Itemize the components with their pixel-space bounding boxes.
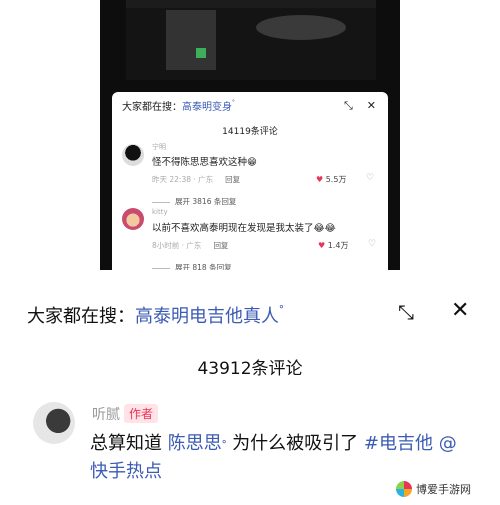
header-icons: ⤡ ✕ (330, 99, 376, 113)
heart-icon: ♥ (316, 175, 324, 184)
commenter-name-text: 听腻 (92, 407, 120, 423)
search-suggestion[interactable]: 大家都在搜：高泰明电吉他真人ᐤ (27, 302, 284, 328)
comment-panel-small: 大家都在搜：高泰明变身ᐤ ⤡ ✕ 14119条评论 宁明 怪不得陈思思喜欢这种😁 … (112, 92, 388, 278)
comment-panel-large: 大家都在搜：高泰明电吉他真人ᐤ ⤡ ✕ 43912条评论 听腻 作者 总算知道 陈… (0, 270, 500, 505)
like-button[interactable]: ♥ 5.5万 (316, 174, 346, 185)
reply-button[interactable]: 回复 (225, 175, 240, 184)
search-term-link[interactable]: 高泰明电吉他真人 (135, 306, 279, 327)
search-suggestion[interactable]: 大家都在搜：高泰明变身ᐤ (122, 98, 235, 113)
hashtag-link[interactable]: #电吉他 (364, 433, 433, 454)
avatar[interactable] (33, 402, 75, 444)
comment-count: 43912条评论 (197, 359, 303, 379)
heart-icon: ♥ (318, 241, 326, 250)
comment-count: 14119条评论 (222, 127, 278, 137)
search-prefix: 大家都在搜： (122, 102, 182, 113)
search-glyph-icon: ᐤ (279, 302, 284, 316)
video-frame-image (126, 0, 376, 80)
dislike-icon[interactable]: ♡ (368, 239, 376, 249)
watermark-text: 博爱手游网 (416, 483, 471, 496)
mention-link[interactable]: 陈思思 (168, 433, 222, 454)
comment-text: 以前不喜欢高泰明现在发现是我太装了😂😂 (152, 223, 336, 234)
author-badge: 作者 (124, 404, 159, 423)
close-icon[interactable]: ✕ (367, 99, 376, 112)
expand-icon[interactable]: ⤡ (398, 300, 414, 324)
site-logo-icon (396, 481, 412, 497)
expand-icon[interactable]: ⤡ (344, 99, 353, 112)
like-button[interactable]: ♥ 1.4万 (318, 240, 348, 251)
comment-meta: 昨天 22:38 · 广东 回复 (152, 175, 241, 184)
comment-meta: 8小时前 · 广东 回复 (152, 241, 229, 250)
comment-text: 怪不得陈思思喜欢这种😁 (152, 157, 257, 168)
commenter-name[interactable]: kitty (152, 208, 168, 216)
search-prefix: 大家都在搜： (27, 306, 135, 327)
avatar[interactable] (122, 208, 144, 230)
expand-replies[interactable]: 展开 3816 条回复 (152, 196, 236, 207)
dislike-icon[interactable]: ♡ (366, 173, 374, 183)
search-glyph-icon: ᐤ (232, 98, 235, 106)
commenter-name[interactable]: 宁明 (152, 142, 166, 152)
commenter-name[interactable]: 听腻 作者 (92, 404, 159, 424)
avatar[interactable] (122, 144, 144, 166)
search-term-link[interactable]: 高泰明变身 (182, 102, 232, 113)
close-icon[interactable]: ✕ (451, 298, 469, 323)
watermark-logo: 博爱手游网 (396, 478, 496, 500)
reply-button[interactable]: 回复 (213, 241, 228, 250)
